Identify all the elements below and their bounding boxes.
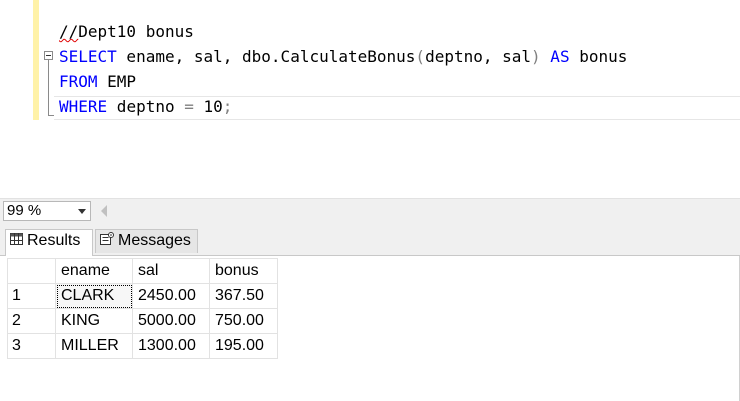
- select-columns: ename, sal, dbo.CalculateBonus: [116, 47, 416, 66]
- code-line-from[interactable]: FROM EMP: [59, 70, 136, 94]
- results-grid[interactable]: ename sal bonus 1 CLARK 2450.00 367.50 2…: [7, 258, 278, 359]
- keyword-select: SELECT: [59, 47, 117, 66]
- cell-sal[interactable]: 5000.00: [132, 308, 210, 334]
- results-tab-bar: Results Messages: [0, 224, 740, 256]
- column-header-sal[interactable]: sal: [132, 258, 210, 284]
- cell-sal[interactable]: 2450.00: [132, 283, 210, 309]
- table-row[interactable]: 1 CLARK 2450.00 367.50: [7, 283, 278, 309]
- cell-bonus[interactable]: 750.00: [209, 308, 278, 334]
- syntax-error-squiggle: //: [59, 22, 79, 41]
- tab-results[interactable]: Results: [5, 229, 93, 256]
- table-row[interactable]: 2 KING 5000.00 750.00: [7, 308, 278, 334]
- results-grid-area: ename sal bonus 1 CLARK 2450.00 367.50 2…: [0, 256, 740, 401]
- grid-header-row: ename sal bonus: [7, 258, 278, 284]
- function-args: deptno, sal: [425, 47, 532, 66]
- where-value: 10: [193, 97, 223, 116]
- column-header-bonus[interactable]: bonus: [209, 258, 278, 284]
- cell-ename[interactable]: CLARK: [55, 283, 133, 309]
- zoom-dropdown[interactable]: 99 %: [3, 201, 91, 221]
- cell-ename[interactable]: KING: [55, 308, 133, 334]
- tab-messages[interactable]: Messages: [95, 229, 198, 253]
- column-alias: bonus: [569, 47, 628, 66]
- editor-status-strip: 99 %: [0, 198, 740, 225]
- code-line-where[interactable]: WHERE deptno = 10;: [59, 95, 232, 119]
- paren-close: ): [531, 47, 541, 66]
- cell-bonus[interactable]: 367.50: [209, 283, 278, 309]
- chevron-down-icon[interactable]: [78, 209, 86, 214]
- query-editor[interactable]: //Dept10 bonus SELECT ename, sal, dbo.Ca…: [0, 0, 740, 198]
- where-column: deptno: [107, 97, 185, 116]
- keyword-as: AS: [540, 47, 570, 66]
- row-number[interactable]: 2: [7, 308, 56, 334]
- outline-guide: [48, 60, 49, 116]
- table-name: EMP: [97, 72, 137, 91]
- row-number[interactable]: 3: [7, 333, 56, 359]
- messages-icon: [100, 230, 114, 252]
- zoom-level: 99 %: [7, 202, 42, 219]
- equals-operator: =: [184, 97, 194, 116]
- row-number[interactable]: 1: [7, 283, 56, 309]
- cell-ename[interactable]: MILLER: [55, 333, 133, 359]
- keyword-from: FROM: [59, 72, 98, 91]
- cell-bonus[interactable]: 195.00: [209, 333, 278, 359]
- paren-open: (: [415, 47, 426, 66]
- cell-sal[interactable]: 1300.00: [132, 333, 210, 359]
- semicolon: ;: [222, 97, 233, 116]
- tab-results-label: Results: [27, 232, 81, 250]
- change-tracking-bar: [33, 0, 39, 120]
- keyword-where: WHERE: [59, 97, 108, 116]
- corner-cell[interactable]: [7, 258, 56, 284]
- outline-collapse-icon[interactable]: [44, 51, 53, 60]
- table-row[interactable]: 3 MILLER 1300.00 195.00: [7, 333, 278, 359]
- comment-text: Dept10 bonus: [78, 22, 194, 41]
- code-line-comment[interactable]: //Dept10 bonus: [59, 20, 194, 44]
- code-line-select[interactable]: SELECT ename, sal, dbo.CalculateBonus(de…: [59, 45, 627, 69]
- grid-icon: [10, 230, 23, 252]
- tab-messages-label: Messages: [118, 232, 191, 250]
- scroll-left-icon[interactable]: [101, 205, 107, 217]
- column-header-ename[interactable]: ename: [55, 258, 133, 284]
